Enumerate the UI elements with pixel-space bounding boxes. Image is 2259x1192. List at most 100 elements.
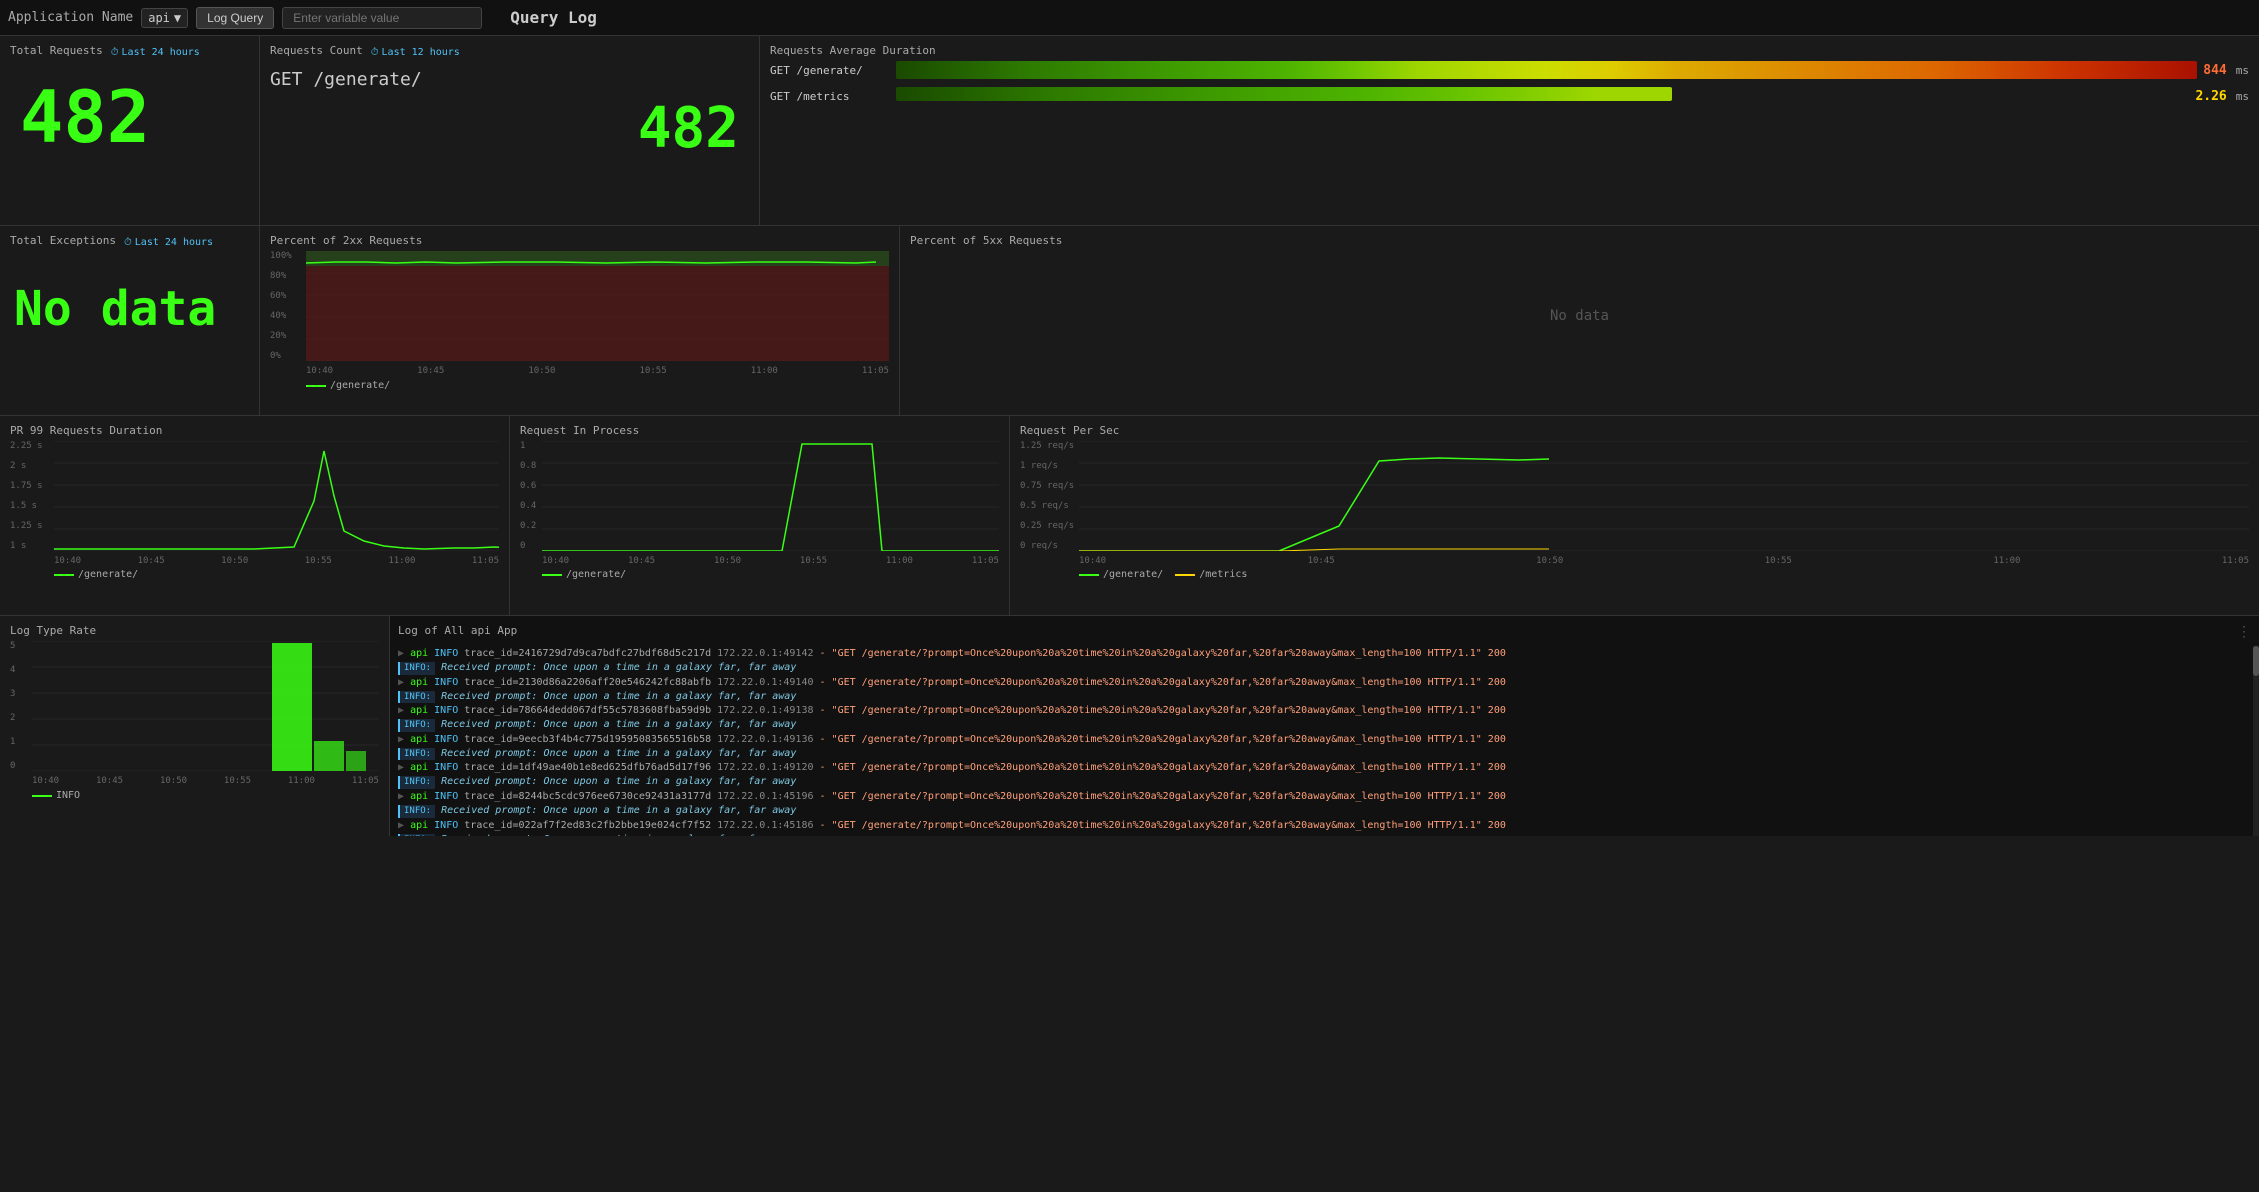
row-4: Log Type Rate 5 4 3 2 1 0 xyxy=(0,616,2259,836)
y-labels-inproc: 1 0.8 0.6 0.4 0.2 0 xyxy=(520,441,538,551)
legend-generate-inproc: /generate/ xyxy=(542,569,626,580)
y-labels-2xx: 100% 80% 60% 40% 20% 0% xyxy=(270,251,302,361)
persec-chart-svg xyxy=(1079,441,2249,551)
total-requests-panel: Total Requests Last 24 hours 482 xyxy=(0,36,260,225)
percent-5xx-nodata: No data xyxy=(910,251,2249,381)
log-all-title: Log of All api App xyxy=(398,624,517,637)
log-info-line: INFO: Received prompt: Once upon a time … xyxy=(398,775,2245,790)
requests-count-title: Requests Count xyxy=(270,44,363,57)
log-info-line: INFO: Received prompt: Once upon a time … xyxy=(398,661,2245,676)
app-select[interactable]: api ▼ xyxy=(141,8,188,28)
log-info-line: INFO: Received prompt: Once upon a time … xyxy=(398,747,2245,762)
legend-generate-pr99: /generate/ xyxy=(54,569,138,580)
row-2: Total Exceptions Last 24 hours No data P… xyxy=(0,226,2259,416)
requests-count-value: 482 xyxy=(638,96,739,161)
legend-label-metrics-persec: /metrics xyxy=(1199,569,1247,580)
log-line: ▶ api INFO trace_id=9eecb3f4b4c775d19595… xyxy=(398,733,2245,747)
log-info-line: INFO: Received prompt: Once upon a time … xyxy=(398,804,2245,819)
requests-avg-title: Requests Average Duration xyxy=(770,44,2249,57)
legend-generate-persec: /generate/ xyxy=(1079,569,1163,580)
variable-input[interactable] xyxy=(282,7,482,29)
total-requests-value: 482 xyxy=(10,81,249,153)
y-labels-persec: 1.25 req/s 1 req/s 0.75 req/s 0.5 req/s … xyxy=(1020,441,1075,551)
bar-chart: GET /generate/ 844 ms GET /metrics xyxy=(770,61,2249,105)
y-labels-pr99: 2.25 s 2 s 1.75 s 1.5 s 1.25 s 1 s xyxy=(10,441,50,551)
legend-pr99: /generate/ xyxy=(10,569,499,580)
row-3: PR 99 Requests Duration 2.25 s 2 s 1.75 … xyxy=(0,416,2259,616)
bar-row-2: GET /metrics 2.26 ms xyxy=(770,87,2249,105)
total-requests-title: Total Requests xyxy=(10,44,103,57)
legend-label-info: INFO xyxy=(56,790,80,801)
legend-info: INFO xyxy=(32,790,80,801)
legend-lograte: INFO xyxy=(10,790,379,801)
total-exceptions-panel: Total Exceptions Last 24 hours No data xyxy=(0,226,260,415)
per-sec-title: Request Per Sec xyxy=(1020,424,2249,437)
percent-2xx-title: Percent of 2xx Requests xyxy=(270,234,889,247)
log-line: ▶ api INFO trace_id=8244bc5cdc976ee6730c… xyxy=(398,790,2245,804)
log-info-line: INFO: Received prompt: Once upon a time … xyxy=(398,833,2245,836)
legend-dot-pr99 xyxy=(54,574,74,576)
log-query-button[interactable]: Log Query xyxy=(196,7,274,29)
main-grid: Total Requests Last 24 hours 482 Request… xyxy=(0,36,2259,1192)
requests-count-endpoint: GET /generate/ xyxy=(270,69,749,90)
y-label-100: 100% xyxy=(270,251,302,261)
pr99-panel: PR 99 Requests Duration 2.25 s 2 s 1.75 … xyxy=(0,416,510,615)
x-labels-lograte: 10:40 10:45 10:50 10:55 11:00 11:05 xyxy=(10,776,379,786)
legend-2xx: /generate/ xyxy=(270,380,889,391)
app-name-label: Application Name xyxy=(8,10,133,25)
bar-unit-2: ms xyxy=(2236,90,2249,103)
bar-label-1: GET /generate/ xyxy=(770,64,890,77)
percent-5xx-panel: Percent of 5xx Requests No data xyxy=(900,226,2259,415)
log-line: ▶ api INFO trace_id=022af7f2ed83c2fb2bbe… xyxy=(398,819,2245,833)
bar-unit-1: ms xyxy=(2236,64,2249,77)
log-all-panel: Log of All api App ⋮ ▶ api INFO trace_id… xyxy=(390,616,2259,836)
log-info-line: INFO: Received prompt: Once upon a time … xyxy=(398,718,2245,733)
in-process-title: Request In Process xyxy=(520,424,999,437)
log-type-rate-panel: Log Type Rate 5 4 3 2 1 0 xyxy=(0,616,390,836)
log-scrollbar-thumb xyxy=(2253,646,2259,676)
legend-dot-inproc xyxy=(542,574,562,576)
y-label-20: 20% xyxy=(270,331,302,341)
log-line: ▶ api INFO trace_id=1df49ae40b1e8ed625df… xyxy=(398,761,2245,775)
bar-track-1 xyxy=(896,61,2197,79)
bar-label-2: GET /metrics xyxy=(770,90,890,103)
y-label-60: 60% xyxy=(270,291,302,301)
log-line: ▶ api INFO trace_id=2130d86a2206aff20e54… xyxy=(398,676,2245,690)
log-type-rate-title: Log Type Rate xyxy=(10,624,379,637)
bar-track-2 xyxy=(896,87,2189,105)
requests-count-subtitle: Last 12 hours xyxy=(371,47,460,58)
y-label-0: 0% xyxy=(270,351,302,361)
x-labels-pr99: 10:40 10:45 10:50 10:55 11:00 11:05 xyxy=(10,556,499,566)
app-select-value: api xyxy=(148,11,170,25)
page-title: Query Log xyxy=(510,8,597,27)
y-labels-lograte: 5 4 3 2 1 0 xyxy=(10,641,28,771)
y-label-80: 80% xyxy=(270,271,302,281)
bar-row-1: GET /generate/ 844 ms xyxy=(770,61,2249,79)
per-sec-panel: Request Per Sec 1.25 req/s 1 req/s 0.75 … xyxy=(1010,416,2259,615)
y-label-40: 40% xyxy=(270,311,302,321)
pr99-title: PR 99 Requests Duration xyxy=(10,424,499,437)
total-exceptions-subtitle: Last 24 hours xyxy=(124,237,213,248)
legend-inproc: /generate/ xyxy=(520,569,999,580)
total-requests-subtitle: Last 24 hours xyxy=(111,47,200,58)
requests-avg-panel: Requests Average Duration GET /generate/… xyxy=(760,36,2259,225)
legend-generate: /generate/ xyxy=(306,380,390,391)
pr99-chart-svg xyxy=(54,441,499,551)
legend-label-generate: /generate/ xyxy=(330,380,390,391)
x-labels-inproc: 10:40 10:45 10:50 10:55 11:00 11:05 xyxy=(520,556,999,566)
requests-count-panel: Requests Count Last 12 hours GET /genera… xyxy=(260,36,760,225)
legend-dot-metrics-persec xyxy=(1175,574,1195,576)
in-process-panel: Request In Process 1 0.8 0.6 0.4 0.2 0 xyxy=(510,416,1010,615)
x-labels-persec: 10:40 10:45 10:50 10:55 11:00 11:05 xyxy=(1020,556,2249,566)
menu-icon[interactable]: ⋮ xyxy=(2237,624,2251,640)
x-labels-2xx: 10:40 10:45 10:50 10:55 11:00 11:05 xyxy=(270,366,889,376)
total-exceptions-title: Total Exceptions xyxy=(10,234,116,247)
log-scrollbar[interactable] xyxy=(2253,646,2259,836)
topbar: Application Name api ▼ Log Query Query L… xyxy=(0,0,2259,36)
percent-5xx-title: Percent of 5xx Requests xyxy=(910,234,2249,247)
gradient-bar-1 xyxy=(896,61,2197,79)
legend-dot-generate xyxy=(306,385,326,387)
total-exceptions-value: No data xyxy=(10,281,249,337)
percent-2xx-panel: Percent of 2xx Requests 100% 80% 60% 40%… xyxy=(260,226,900,415)
legend-label-generate-persec: /generate/ xyxy=(1103,569,1163,580)
